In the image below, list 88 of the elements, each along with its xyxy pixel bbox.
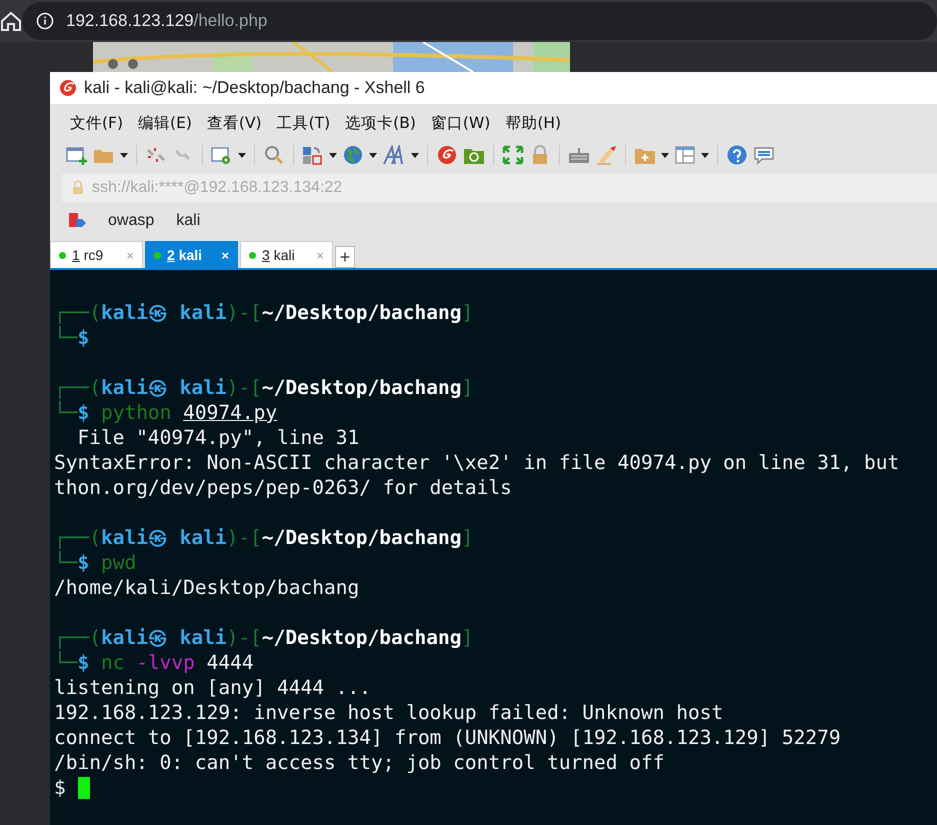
prompt-user: kali㉿ kali [100,375,227,400]
session-tab[interactable]: 3 kali × [240,241,333,268]
new-session-icon[interactable] [66,145,88,165]
info-icon [36,11,54,31]
search-icon[interactable] [263,145,285,165]
spiral-icon[interactable] [436,145,458,165]
transfer-icon[interactable] [302,145,324,165]
file-name: 40974.py [183,400,278,425]
prompt-decoration: └─ [54,400,78,425]
prompt-decoration: ┌──( [54,375,101,400]
caret-icon[interactable] [661,152,669,158]
prompt-symbol: $ [77,401,90,425]
output-text: /bin/sh: 0: can't access tty; job control turned off [54,750,664,775]
prompt-decoration: )-[ [226,375,262,400]
window-title: kali - kali@kali: ~/Desktop/bachang - Xshell 6 [84,78,425,98]
menu-item[interactable]: 文件(F) [70,112,124,134]
session-tab[interactable]: 2 kali × [145,241,238,268]
prompt-symbol: $ [77,651,90,675]
prompt-symbol: $ [77,326,90,350]
command-text: pwd [100,550,136,575]
status-dot [59,252,66,258]
cursor [78,777,90,799]
caret-icon[interactable] [120,152,128,158]
output-text: /home/kali/Desktop/bachang [54,575,360,600]
new-tab-button[interactable]: + [335,246,355,268]
prompt-user: kali㉿ kali [100,525,227,550]
prompt-decoration: ] [461,625,474,650]
close-icon[interactable]: × [221,248,229,262]
fullscreen-icon[interactable] [502,145,524,165]
menu-item[interactable]: 帮助(H) [505,112,562,134]
output-text: File "40974.py", line 31 [76,425,360,450]
command-text: python [100,400,172,425]
prompt-path: ~/Desktop/bachang [262,525,462,550]
prompt-path: ~/Desktop/bachang [262,300,462,325]
spiral-icon [58,78,78,98]
home-icon[interactable] [0,11,22,31]
menu-item[interactable]: 编辑(E) [138,112,192,134]
prompt-decoration: ┌──( [54,525,101,550]
caret-icon[interactable] [329,152,337,158]
globe-icon[interactable] [342,145,364,165]
prompt-decoration: ] [461,300,474,325]
command-text: nc [100,650,126,675]
font-icon[interactable] [382,145,406,165]
url-host: 192.168.123.129 [66,11,194,30]
output-text: 192.168.123.129: inverse host lookup failed: Unknown host [54,700,724,725]
address-bar[interactable]: 192.168.123.129/hello.php [22,2,937,40]
status-dot [154,252,161,258]
output-text: thon.org/dev/peps/pep-0263/ for details [54,475,512,500]
prompt-decoration: ] [461,525,474,550]
menu-item[interactable]: 选项卡(B) [345,112,416,134]
output-text: connect to [192.168.123.134] from (UNKNOWN) [192.168.123.129] 52279 [54,725,841,750]
output-text: SyntaxError: Non-ASCII character '\xe2' in file 40974.py on line 31, but [54,450,900,475]
prompt-decoration: )-[ [226,525,262,550]
menu-item[interactable]: 工具(T) [276,112,330,134]
prompt-path: ~/Desktop/bachang [262,625,462,650]
link-item[interactable]: kali [176,212,200,230]
link-item[interactable]: owasp [108,212,154,230]
prompt-decoration: └─ [54,325,78,350]
menu-item[interactable]: 查看(V) [206,112,262,134]
output-text: $ [54,775,66,800]
keyboard-icon[interactable] [568,145,590,165]
chat-icon[interactable] [753,145,775,165]
output-text: 4444 [206,650,254,675]
prompt-user: kali㉿ kali [100,625,227,650]
prompt-path: ~/Desktop/bachang [262,375,462,400]
prompt-decoration: )-[ [226,300,262,325]
prompt-decoration: ] [461,375,474,400]
prompt-symbol: $ [77,551,90,575]
pen-icon[interactable] [595,145,617,165]
caret-icon[interactable] [238,152,246,158]
session-tab[interactable]: 1 rc9 × [50,241,143,268]
option-text: -lvvp [136,650,195,675]
disconnect-icon[interactable] [145,145,167,165]
caret-icon[interactable] [411,152,419,158]
prompt-decoration: ┌──( [54,625,101,650]
output-text: listening on [any] 4444 ... [54,675,371,700]
layout-icon[interactable] [674,145,696,165]
url-path: /hello.php [194,11,268,30]
prompt-user: kali㉿ kali [100,300,227,325]
caret-icon[interactable] [369,152,377,158]
menu-item[interactable]: 窗口(W) [430,112,490,134]
help-icon[interactable] [726,145,748,165]
status-dot [249,252,256,258]
prompt-decoration: )-[ [226,625,262,650]
caret-icon[interactable] [701,152,709,158]
prompt-decoration: └─ [54,550,78,575]
prompt-decoration: ┌──( [54,300,101,325]
prompt-decoration: └─ [54,650,78,675]
